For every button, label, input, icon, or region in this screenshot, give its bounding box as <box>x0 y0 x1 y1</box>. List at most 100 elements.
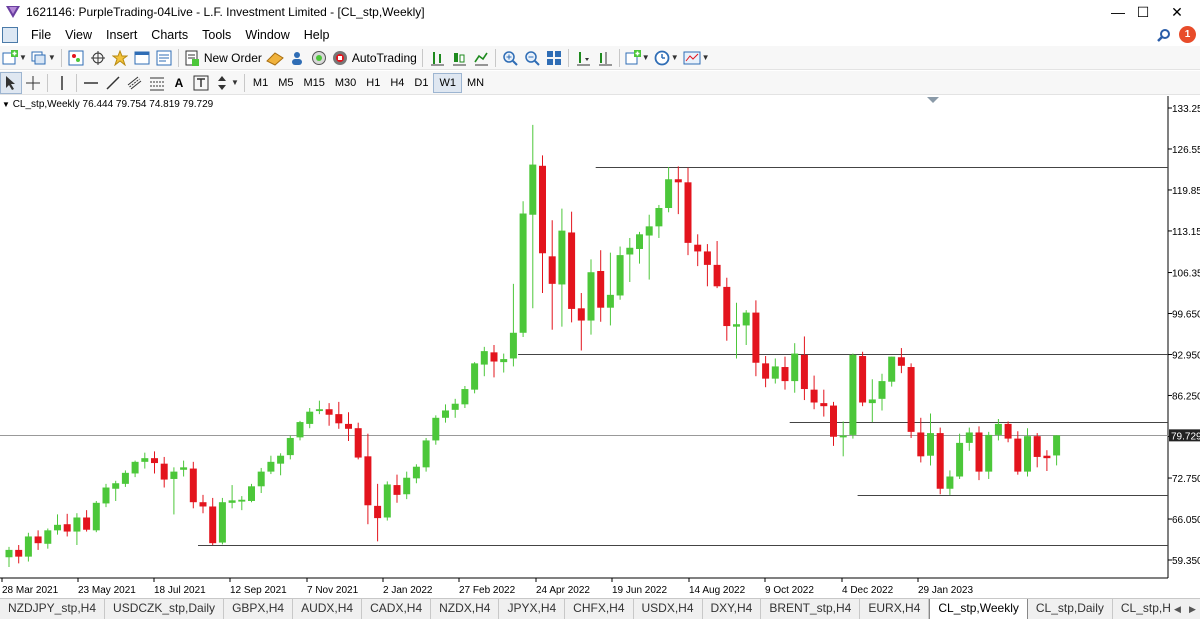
menu-window[interactable]: Window <box>238 24 296 46</box>
autoscroll-button[interactable] <box>594 47 616 69</box>
new-order-button[interactable]: New Order <box>182 47 264 69</box>
timeframe-d1[interactable]: D1 <box>409 73 433 93</box>
equidistant-channel-button[interactable] <box>124 72 146 94</box>
line-chart-button[interactable] <box>470 47 492 69</box>
zoom-in-button[interactable] <box>499 47 521 69</box>
menu-tools[interactable]: Tools <box>195 24 238 46</box>
tab-dxy-h4[interactable]: DXY,H4 <box>703 599 762 619</box>
timeframe-h4[interactable]: H4 <box>385 73 409 93</box>
app-logo-icon <box>6 6 20 18</box>
bar-chart-button[interactable] <box>426 47 448 69</box>
bear-candle <box>800 354 808 390</box>
timeframe-mn[interactable]: MN <box>462 73 489 93</box>
templates-button[interactable]: ▼ <box>681 47 712 69</box>
menu-charts[interactable]: Charts <box>144 24 195 46</box>
notification-badge[interactable]: 1 <box>1179 26 1196 43</box>
tab-brent-h4[interactable]: BRENT_stp,H4 <box>761 599 861 619</box>
horizontal-line-button[interactable] <box>80 72 102 94</box>
text-label-button[interactable] <box>190 72 212 94</box>
timeframe-m5[interactable]: M5 <box>273 73 298 93</box>
bull-candle <box>529 164 537 215</box>
y-tick-label: 106.35 <box>1172 269 1200 280</box>
tab-cadx-h4[interactable]: CADX,H4 <box>362 599 432 619</box>
bull-candle <box>636 234 643 249</box>
bear-candle <box>63 524 71 532</box>
tab-gbpx-h4[interactable]: GBPX,H4 <box>224 599 294 619</box>
trendline-button[interactable] <box>102 72 124 94</box>
x-tick-label: 23 May 2021 <box>78 585 136 596</box>
metaeditor-button[interactable] <box>264 47 286 69</box>
indicators-button[interactable]: ▼ <box>623 47 652 69</box>
strategy-tester-button[interactable] <box>153 47 175 69</box>
autotrading-label: AutoTrading <box>351 50 417 65</box>
bull-candle <box>849 354 857 435</box>
line-studies-toolbar: A ▼ M1 M5 M15 M30 H1 H4 D1 W1 MN <box>0 71 1200 95</box>
timeframe-m30[interactable]: M30 <box>330 73 361 93</box>
tab-usdczk-daily[interactable]: USDCZK_stp,Daily <box>105 599 225 619</box>
tab-nzdjpy-h4[interactable]: NZDJPY_stp,H4 <box>0 599 106 619</box>
bear-candle <box>694 244 702 252</box>
timeframe-w1[interactable]: W1 <box>433 72 462 93</box>
bull-candle <box>587 272 595 321</box>
tab-chfx-h4[interactable]: CHFX,H4 <box>565 599 634 619</box>
autotrading-button[interactable]: AutoTrading <box>330 47 419 69</box>
bear-candle <box>781 367 789 382</box>
new-chart-button[interactable]: ▼ <box>0 47 29 69</box>
timeframe-h1[interactable]: H1 <box>361 73 385 93</box>
timeframe-m1[interactable]: M1 <box>248 73 273 93</box>
bull-candle <box>442 410 449 418</box>
close-button[interactable]: ✕ <box>1154 0 1200 24</box>
bear-candle <box>393 485 401 495</box>
arrows-button[interactable]: ▼ <box>212 72 241 94</box>
market-watch-button[interactable] <box>65 47 87 69</box>
menu-help[interactable]: Help <box>297 24 337 46</box>
signals-button[interactable] <box>286 47 308 69</box>
signals-users-icon <box>291 51 302 65</box>
bear-candle <box>83 517 91 530</box>
menu-file[interactable]: File <box>24 24 58 46</box>
x-tick-label: 24 Apr 2022 <box>536 585 590 596</box>
crosshair-button[interactable] <box>22 72 44 94</box>
tab-cl-daily[interactable]: CL_stp,Daily <box>1028 599 1113 619</box>
tab-jpyx-h4[interactable]: JPYX,H4 <box>499 599 566 619</box>
fibonacci-button[interactable] <box>146 72 168 94</box>
price-chart[interactable]: 133.25 126.55 119.85 113.15 106.35 99.650 92.9… <box>0 96 1200 598</box>
tab-audx-h4[interactable]: AUDX,H4 <box>293 599 363 619</box>
zoom-out-button[interactable] <box>521 47 543 69</box>
menu-view[interactable]: View <box>58 24 99 46</box>
chart-window[interactable]: 133.25 126.55 119.85 113.15 106.35 99.650 92.9… <box>0 96 1200 598</box>
tab-nzdx-h4[interactable]: NZDX,H4 <box>431 599 500 619</box>
autoscroll-icon <box>598 51 612 65</box>
data-window-button[interactable] <box>87 47 109 69</box>
bull-candle <box>296 422 304 438</box>
menu-insert[interactable]: Insert <box>99 24 144 46</box>
bear-candle <box>354 428 362 458</box>
bear-candle <box>539 165 546 254</box>
bull-candle <box>519 213 527 333</box>
terminal-button[interactable] <box>131 47 153 69</box>
tab-cl-weekly[interactable]: CL_stp,Weekly <box>929 599 1028 619</box>
market-button[interactable] <box>308 47 330 69</box>
y-tick-label: 99.650 <box>1172 310 1200 321</box>
scroll-right-icon[interactable]: ▶ <box>1189 604 1196 615</box>
search-icon[interactable] <box>1157 28 1171 42</box>
candlestick-chart-button[interactable] <box>448 47 470 69</box>
child-window-icon[interactable] <box>2 27 18 43</box>
scroll-left-icon[interactable]: ◀ <box>1174 604 1181 615</box>
bear-candle <box>820 403 828 407</box>
text-button[interactable]: A <box>168 72 190 94</box>
chart-menu-arrow-icon[interactable]: ▼ <box>2 100 10 109</box>
tab-usdx-h4[interactable]: USDX,H4 <box>634 599 703 619</box>
bull-candle <box>645 226 653 236</box>
cursor-button[interactable] <box>0 71 22 94</box>
timeframe-m15[interactable]: M15 <box>298 73 329 93</box>
y-tick-label: 72.750 <box>1172 474 1200 485</box>
tile-windows-button[interactable] <box>543 47 565 69</box>
navigator-button[interactable] <box>109 47 131 69</box>
vertical-line-button[interactable] <box>51 72 73 94</box>
bull-candle <box>927 433 934 456</box>
periods-button[interactable]: ▼ <box>652 47 681 69</box>
chart-shift-button[interactable] <box>572 47 594 69</box>
tab-eurx-h4[interactable]: EURX,H4 <box>860 599 930 619</box>
profiles-button[interactable]: ▼ <box>29 47 58 69</box>
